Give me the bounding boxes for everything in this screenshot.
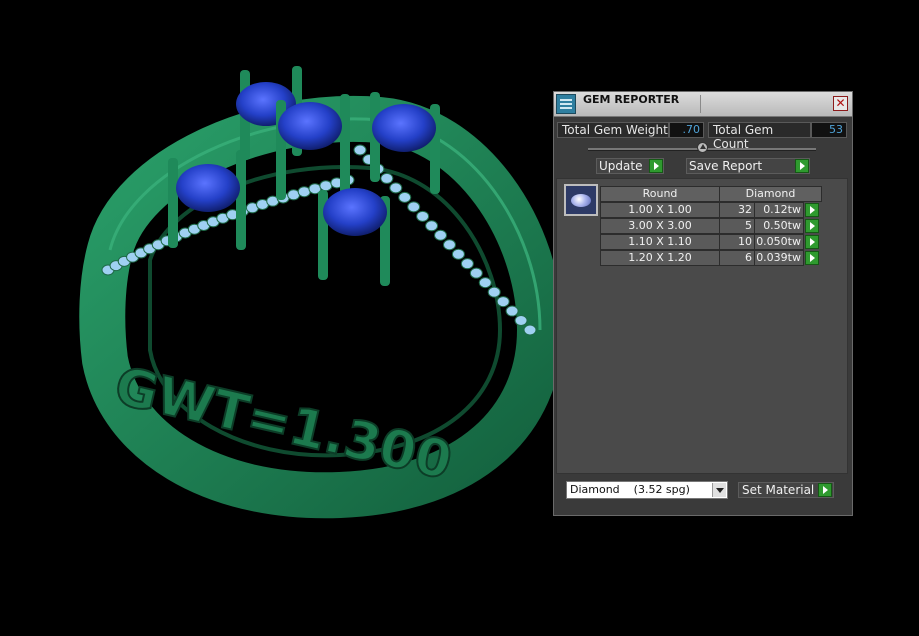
title-divider [700, 95, 701, 113]
gem-weight-cell: 0.50tw [754, 218, 804, 234]
total-gem-count-label: Total Gem Count [708, 122, 811, 151]
gem-weight-cell: 0.039tw [754, 250, 804, 266]
gem-size-cell: 1.00 X 1.00 [600, 202, 720, 218]
gem-weight-cell: 0.12tw [754, 202, 804, 218]
row-select-arrow-icon[interactable] [805, 219, 819, 233]
play-arrow-icon [649, 159, 663, 173]
gem-size-cell: 3.00 X 3.00 [600, 218, 720, 234]
column-header-material: Diamond [719, 186, 822, 202]
gem-size-cell: 1.10 X 1.10 [600, 234, 720, 250]
total-gem-weight-value: .70 [669, 122, 704, 138]
row-select-arrow-icon[interactable] [805, 235, 819, 249]
update-button[interactable]: Update [596, 158, 664, 174]
gem-weight-cell: 0.050tw [754, 234, 804, 250]
row-select-arrow-icon[interactable] [805, 251, 819, 265]
gem-count-cell: 32 [719, 202, 755, 218]
play-arrow-icon [818, 483, 832, 497]
close-button[interactable]: ✕ [833, 96, 848, 111]
title-bar[interactable]: GEM REPORTER ✕ [554, 92, 852, 117]
total-gem-count-value: 53 [811, 122, 847, 138]
play-arrow-icon [795, 159, 809, 173]
column-header-shape: Round [600, 186, 720, 202]
update-button-label: Update [599, 159, 643, 173]
chevron-down-icon[interactable] [712, 483, 726, 497]
prong-head [318, 188, 390, 286]
splitter-handle[interactable] [697, 142, 708, 153]
gem-size-cell: 1.20 X 1.20 [600, 250, 720, 266]
gem-list-area: Round Diamond 1.00 X 1.00 32 0.12tw 3.00 X 3.… [556, 178, 848, 474]
set-material-button[interactable]: Set Material [738, 482, 834, 498]
material-select[interactable]: Diamond (3.52 spg) [566, 481, 728, 499]
material-select-value: Diamond (3.52 spg) [570, 483, 690, 496]
gem-reporter-window: GEM REPORTER ✕ Total Gem Weight .70 Tota… [553, 91, 853, 516]
gem-count-cell: 10 [719, 234, 755, 250]
gem-reporter-icon [556, 94, 576, 114]
window-title: GEM REPORTER [583, 93, 680, 106]
set-material-button-label: Set Material [742, 483, 815, 497]
row-select-arrow-icon[interactable] [805, 203, 819, 217]
gem-count-cell: 6 [719, 250, 755, 266]
round-gem-icon[interactable] [564, 184, 598, 216]
save-report-button[interactable]: Save Report [686, 158, 810, 174]
save-report-button-label: Save Report [689, 159, 763, 173]
gem-count-cell: 5 [719, 218, 755, 234]
total-gem-weight-label: Total Gem Weight [557, 122, 669, 138]
